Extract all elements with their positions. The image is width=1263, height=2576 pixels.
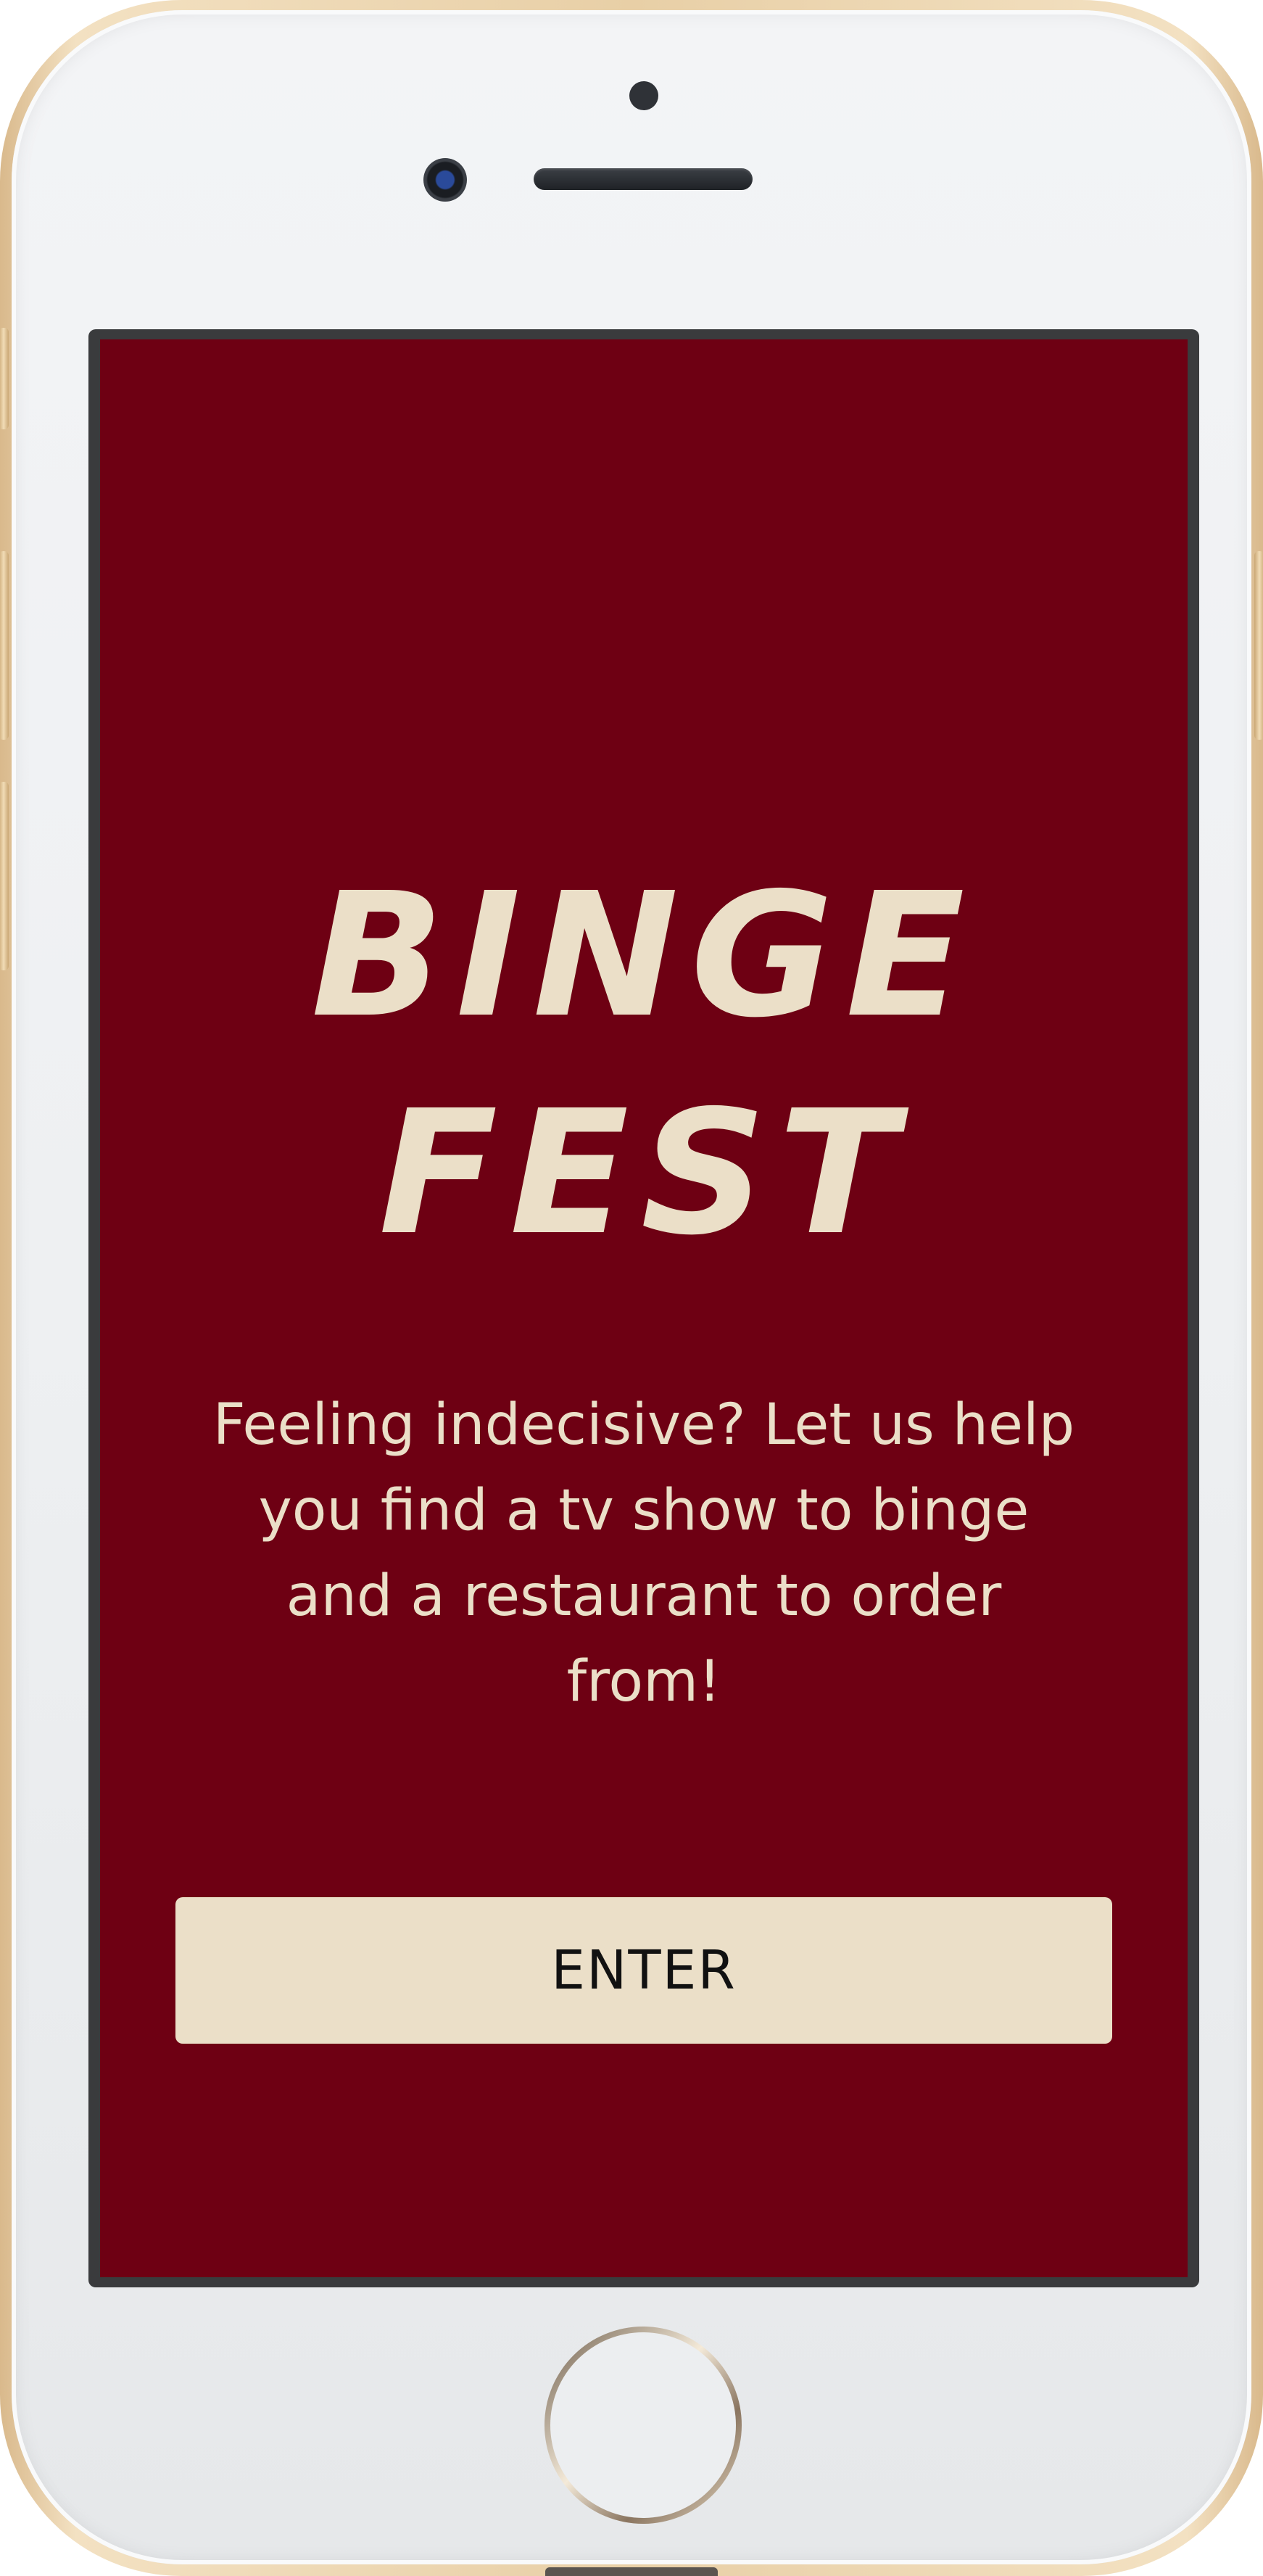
volume-up-button [0, 551, 9, 740]
proximity-sensor-icon [629, 81, 658, 110]
enter-button[interactable]: ENTER [175, 1897, 1112, 2044]
mute-switch [0, 328, 9, 429]
volume-down-button [0, 782, 9, 970]
charging-port [545, 2567, 718, 2576]
phone-face: BINGE FEST Feeling indecisive? Let us he… [12, 10, 1251, 2564]
phone-frame: BINGE FEST Feeling indecisive? Let us he… [0, 0, 1263, 2576]
app-title-line-1: BINGE [310, 856, 977, 1055]
app-screen: BINGE FEST Feeling indecisive? Let us he… [100, 339, 1188, 2277]
tagline: Feeling indecisive? Let us help you find… [212, 1392, 1075, 1714]
earpiece-speaker [534, 168, 753, 190]
front-camera-icon [423, 158, 467, 202]
home-button[interactable] [544, 2327, 742, 2524]
app-title: BINGE FEST [89, 847, 1198, 1282]
power-button [1254, 551, 1263, 740]
app-title-line-2: FEST [378, 1073, 909, 1273]
home-button-face [550, 2332, 736, 2518]
